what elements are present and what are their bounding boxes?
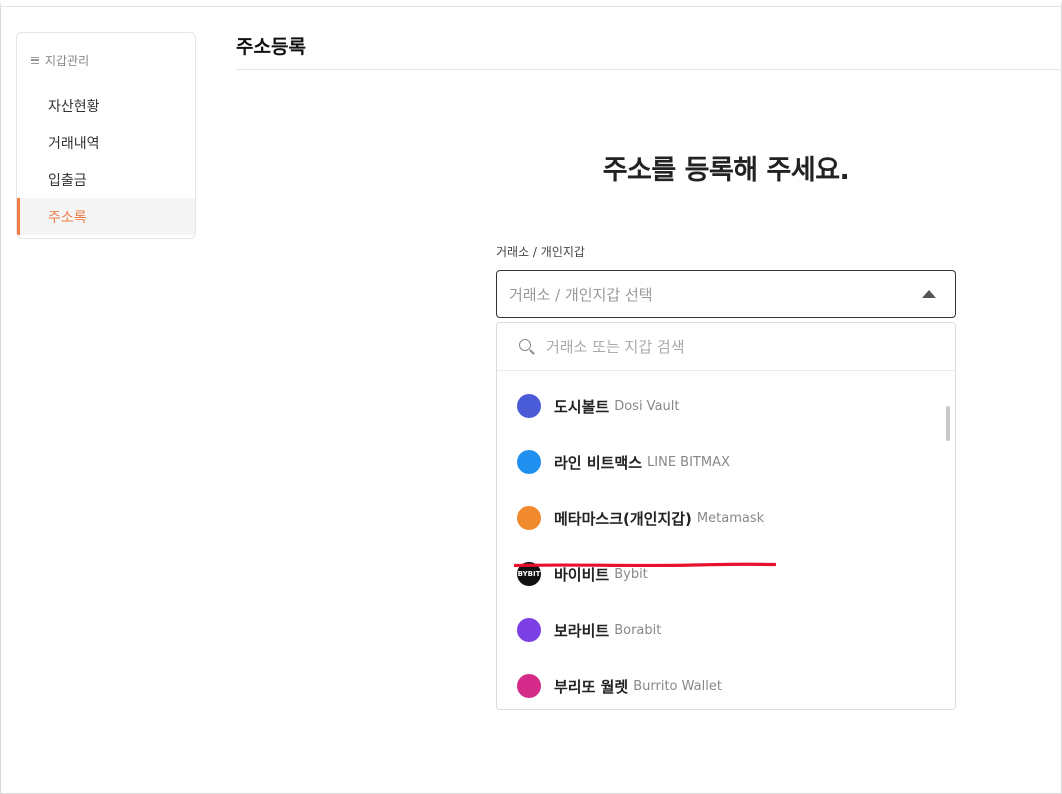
register-heading: 주소를 등록해 주세요. — [602, 155, 850, 186]
option-name: 부리또 월렛 — [554, 677, 629, 696]
sidebar-item-address-book[interactable]: 주소록 — [17, 198, 195, 235]
caret-up-icon[interactable] — [922, 290, 936, 298]
exchange-option-list[interactable]: 코팍스Copax도시볼트Dosi Vault라인 비트맥스LINE BITMAX… — [497, 372, 955, 709]
exchange-wallet-label: 거래소 / 개인지갑 — [496, 245, 585, 259]
title-divider — [236, 69, 1062, 70]
top-divider — [0, 6, 1062, 7]
option-name: 메타마스크(개인지갑) — [554, 509, 692, 528]
exchange-option[interactable]: 라인 비트맥스 LINE BITMAX — [497, 434, 955, 490]
option-english-name: Dosi Vault — [614, 398, 680, 414]
page-title: 주소등록 — [236, 36, 306, 58]
burrito-wallet-logo-icon — [517, 674, 541, 698]
sidebar-item-transactions[interactable]: 거래내역 — [17, 124, 195, 161]
metamask-fox-icon — [517, 506, 541, 530]
line-bitmax-logo-icon — [517, 450, 541, 474]
dropdown-scrollbar[interactable] — [946, 406, 950, 441]
option-name: 보라비트 — [554, 621, 610, 640]
exchange-option[interactable]: BYBIT 바이비트 Bybit — [497, 546, 955, 602]
exchange-search-input[interactable]: 거래소 또는 지갑 검색 — [497, 323, 955, 371]
exchange-wallet-select[interactable]: 거래소 / 개인지갑 선택 — [496, 270, 956, 318]
wallet-sidebar: 지갑관리 자산현황 거래내역 입출금 주소록 — [16, 32, 196, 239]
exchange-dropdown: 거래소 또는 지갑 검색 코팍스Copax도시볼트Dosi Vault라인 비트… — [496, 322, 956, 710]
search-icon — [519, 339, 534, 354]
sidebar-header: 지갑관리 — [17, 33, 195, 87]
sidebar-item-assets[interactable]: 자산현황 — [17, 87, 195, 124]
sidebar-header-label: 지갑관리 — [45, 53, 90, 68]
dosi-vault-logo-icon — [517, 394, 541, 418]
exchange-option[interactable]: 부리또 월렛 Burrito Wallet — [497, 658, 955, 709]
option-name: 도시볼트 — [554, 397, 610, 416]
option-english-name: Borabit — [614, 622, 662, 638]
option-english-name: Bybit — [614, 566, 648, 582]
option-english-name: LINE BITMAX — [647, 454, 730, 470]
menu-icon — [31, 56, 39, 64]
exchange-option[interactable]: 보라비트 Borabit — [497, 602, 955, 658]
exchange-option[interactable]: 도시볼트 Dosi Vault — [497, 378, 955, 434]
option-english-name: Metamask — [696, 510, 765, 526]
option-english-name: Burrito Wallet — [633, 678, 722, 694]
search-placeholder: 거래소 또는 지갑 검색 — [546, 338, 685, 356]
exchange-option[interactable]: 메타마스크(개인지갑) Metamask — [497, 490, 955, 546]
option-name: 라인 비트맥스 — [554, 453, 643, 472]
borabit-logo-icon — [517, 618, 541, 642]
red-underline-annotation — [514, 562, 776, 568]
sidebar-item-deposit-withdraw[interactable]: 입출금 — [17, 161, 195, 198]
select-placeholder: 거래소 / 개인지갑 선택 — [509, 285, 653, 304]
